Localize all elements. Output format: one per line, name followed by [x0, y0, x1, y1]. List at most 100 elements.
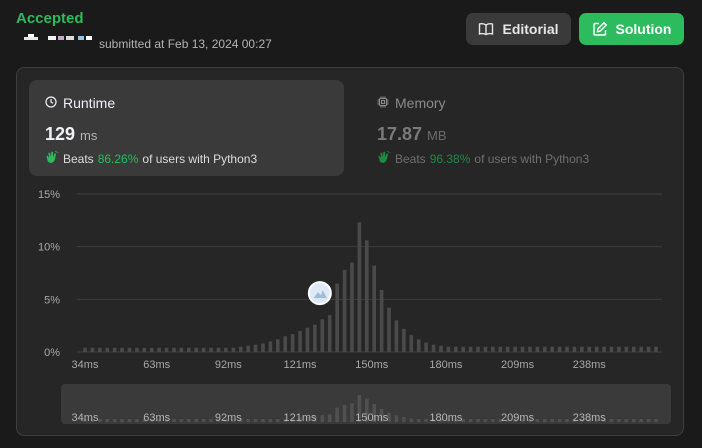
- bar[interactable]: [238, 346, 243, 352]
- y-tick-label: 15%: [38, 189, 60, 201]
- navigator-bar: [187, 419, 191, 422]
- solution-button[interactable]: Solution: [579, 13, 684, 45]
- bar[interactable]: [402, 328, 406, 352]
- x-tick-label: 150ms: [355, 359, 389, 371]
- bar[interactable]: [216, 347, 221, 352]
- bar[interactable]: [209, 347, 213, 352]
- bar[interactable]: [172, 347, 176, 352]
- bar[interactable]: [483, 346, 488, 352]
- bar[interactable]: [587, 346, 592, 352]
- user-marker-avatar[interactable]: [307, 281, 332, 306]
- bar[interactable]: [602, 346, 606, 352]
- navigator-tick-label: 209ms: [501, 412, 535, 424]
- bar[interactable]: [520, 346, 525, 352]
- navigator-bar: [639, 419, 643, 422]
- bar[interactable]: [453, 346, 458, 352]
- bar[interactable]: [105, 347, 110, 352]
- bar[interactable]: [439, 345, 443, 352]
- bar[interactable]: [372, 265, 377, 352]
- bar[interactable]: [550, 346, 554, 352]
- bar[interactable]: [654, 346, 658, 352]
- bar[interactable]: [542, 346, 547, 352]
- bar[interactable]: [431, 344, 436, 352]
- bar[interactable]: [127, 347, 132, 352]
- navigator-bar: [335, 407, 339, 422]
- navigator-bar: [268, 419, 273, 422]
- bar[interactable]: [142, 347, 147, 352]
- bar[interactable]: [83, 347, 87, 352]
- bar[interactable]: [594, 346, 599, 352]
- bar[interactable]: [639, 346, 643, 352]
- bar[interactable]: [179, 347, 184, 352]
- bar[interactable]: [231, 347, 236, 352]
- runtime-distribution-chart[interactable]: 15% 10% 5% 0% 34ms 63ms 92ms 121ms 150ms 180ms 20…: [17, 68, 683, 435]
- bar[interactable]: [513, 346, 517, 352]
- bar[interactable]: [157, 347, 161, 352]
- bar[interactable]: [320, 319, 325, 352]
- bar[interactable]: [149, 347, 154, 352]
- bar[interactable]: [535, 346, 540, 352]
- bar[interactable]: [424, 342, 428, 352]
- bar[interactable]: [646, 346, 651, 352]
- bar[interactable]: [98, 347, 102, 352]
- navigator-bar: [624, 419, 629, 422]
- navigator-bar: [246, 419, 250, 422]
- bar[interactable]: [565, 346, 569, 352]
- bar[interactable]: [394, 320, 399, 352]
- bar[interactable]: [164, 347, 169, 352]
- bar[interactable]: [246, 345, 250, 352]
- bar[interactable]: [387, 307, 391, 352]
- bar[interactable]: [580, 346, 584, 352]
- bar[interactable]: [357, 222, 362, 352]
- bar[interactable]: [624, 346, 629, 352]
- bar[interactable]: [498, 346, 503, 352]
- bar[interactable]: [557, 346, 562, 352]
- bar[interactable]: [290, 334, 295, 352]
- bar[interactable]: [631, 346, 636, 352]
- navigator-bar: [476, 419, 480, 422]
- bar[interactable]: [528, 346, 532, 352]
- bar[interactable]: [135, 347, 139, 352]
- bar[interactable]: [276, 339, 280, 352]
- bar[interactable]: [617, 346, 621, 352]
- bar[interactable]: [505, 346, 510, 352]
- bar[interactable]: [305, 327, 310, 352]
- bar[interactable]: [609, 346, 614, 352]
- bar[interactable]: [194, 347, 199, 352]
- bar[interactable]: [446, 346, 451, 352]
- user-avatar[interactable]: [24, 32, 94, 42]
- bar[interactable]: [112, 347, 117, 352]
- bar[interactable]: [268, 341, 273, 352]
- bar[interactable]: [253, 344, 258, 352]
- bar[interactable]: [261, 343, 265, 352]
- bar[interactable]: [364, 240, 369, 352]
- x-tick-label: 92ms: [215, 359, 242, 371]
- bar[interactable]: [342, 269, 347, 352]
- navigator-tick-label: 63ms: [143, 412, 170, 424]
- bar[interactable]: [491, 346, 495, 352]
- bar[interactable]: [468, 346, 473, 352]
- bar[interactable]: [416, 339, 421, 352]
- bar[interactable]: [224, 347, 228, 352]
- bar[interactable]: [298, 330, 302, 352]
- navigator-tick-label: 92ms: [215, 412, 242, 424]
- bar[interactable]: [476, 346, 480, 352]
- bar[interactable]: [572, 346, 577, 352]
- bar[interactable]: [379, 289, 384, 352]
- x-tick-label: 121ms: [284, 359, 318, 371]
- bar[interactable]: [350, 262, 354, 352]
- editorial-label: Editorial: [502, 21, 559, 37]
- bar[interactable]: [120, 347, 124, 352]
- editorial-button[interactable]: Editorial: [466, 13, 571, 45]
- bar[interactable]: [461, 346, 465, 352]
- bar[interactable]: [313, 324, 317, 352]
- bar[interactable]: [283, 336, 288, 352]
- bar[interactable]: [201, 347, 206, 352]
- bar[interactable]: [335, 283, 339, 352]
- bar[interactable]: [409, 335, 414, 352]
- bar[interactable]: [187, 347, 191, 352]
- bar[interactable]: [327, 315, 332, 352]
- bar[interactable]: [90, 347, 95, 352]
- x-tick-label: 238ms: [573, 359, 607, 371]
- x-tick-label: 34ms: [72, 359, 99, 371]
